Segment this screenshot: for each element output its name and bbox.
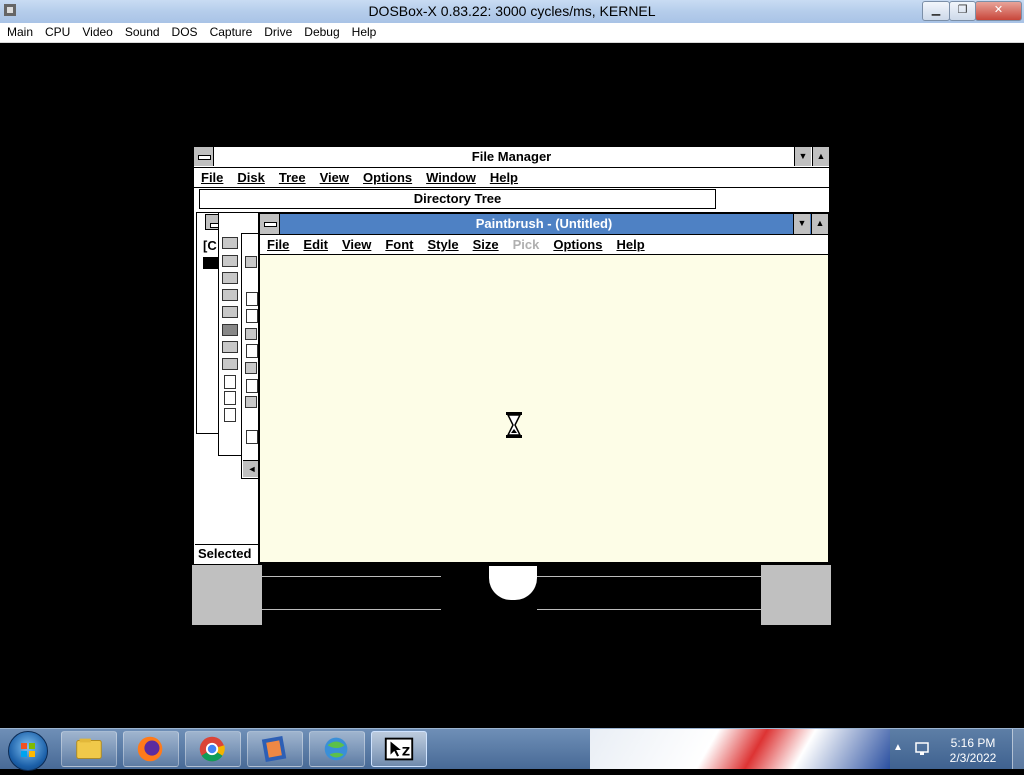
document-icon — [246, 344, 258, 358]
start-button[interactable] — [8, 731, 48, 771]
fm-menu-file[interactable]: File — [194, 168, 230, 187]
paintbrush-menubar: File Edit View Font Style Size Pick Options Help — [260, 235, 828, 255]
pb-menu-options[interactable]: Options — [546, 235, 609, 254]
dosbox-x-taskbar-button[interactable]: Z — [371, 731, 427, 767]
menu-sound[interactable]: Sound — [118, 23, 165, 39]
network-globe-icon — [324, 737, 348, 761]
restore-button[interactable]: ❐ — [949, 1, 976, 21]
paintbrush-window[interactable]: Paintbrush - (Untitled) ▼ ▲ File Edit View… — [258, 212, 830, 564]
folder-icon — [222, 341, 238, 353]
taskbar: Z ▲ 5:16 PM 2/3/2022 — [0, 728, 1024, 771]
menu-dos[interactable]: DOS — [165, 23, 203, 39]
menu-video[interactable]: Video — [75, 23, 117, 39]
svg-text:Z: Z — [402, 745, 410, 759]
system-menu-icon[interactable] — [260, 214, 280, 234]
fm-menu-view[interactable]: View — [313, 168, 356, 187]
document-icon — [224, 391, 236, 405]
folder-icon — [222, 255, 238, 267]
tray-clock[interactable]: 5:16 PM 2/3/2022 — [940, 736, 1006, 766]
directory-tree-title[interactable]: Directory Tree — [199, 189, 716, 209]
document-icon — [246, 292, 258, 306]
document-icon — [246, 379, 258, 393]
menu-main[interactable]: Main — [0, 23, 38, 39]
fm-menu-options[interactable]: Options — [356, 168, 419, 187]
document-icon — [224, 408, 236, 422]
folder-icon — [245, 396, 257, 408]
minimize-arrow-icon[interactable]: ▼ — [794, 147, 811, 166]
folder-icon — [245, 256, 257, 268]
chrome-icon — [199, 736, 225, 762]
folder-icon — [222, 237, 238, 249]
menu-capture[interactable]: Capture — [203, 23, 258, 39]
pb-menu-view[interactable]: View — [335, 235, 378, 254]
windows-explorer-button[interactable] — [61, 731, 117, 767]
menu-help[interactable]: Help — [345, 23, 382, 39]
document-icon — [246, 430, 258, 444]
folder-icon — [222, 306, 238, 318]
system-menu-icon[interactable] — [194, 147, 214, 166]
pb-menu-help[interactable]: Help — [609, 235, 651, 254]
folder-icon — [245, 328, 257, 340]
status-selected: Selected — [195, 544, 261, 564]
minimize-button[interactable]: ▁ — [922, 1, 950, 21]
close-button[interactable]: ✕ — [975, 1, 1022, 21]
drive-label[interactable]: [C — [203, 238, 217, 253]
host-titlebar: DOSBox-X 0.83.22: 3000 cycles/ms, KERNEL… — [0, 0, 1024, 24]
dosbox-button[interactable] — [247, 731, 303, 767]
gray-panel-right — [761, 565, 831, 625]
divider-line — [262, 609, 441, 610]
menu-drive[interactable]: Drive — [257, 23, 297, 39]
fm-menu-tree[interactable]: Tree — [272, 168, 313, 187]
windows-logo-icon — [21, 743, 35, 757]
fm-menu-disk[interactable]: Disk — [230, 168, 271, 187]
wallpaper-strip — [590, 729, 890, 769]
show-desktop-button[interactable] — [1012, 729, 1024, 769]
paintbrush-title: Paintbrush - (Untitled) — [475, 216, 613, 231]
dosbox-x-app-icon: Z — [384, 737, 414, 761]
folder-icon — [222, 289, 238, 301]
firefox-icon — [137, 736, 163, 762]
folder-icon — [245, 362, 257, 374]
chrome-button[interactable] — [185, 731, 241, 767]
fm-menu-help[interactable]: Help — [483, 168, 525, 187]
folder-icon — [222, 272, 238, 284]
network-tray-icon[interactable] — [914, 740, 932, 758]
paintbrush-titlebar[interactable]: Paintbrush - (Untitled) ▼ ▲ — [260, 214, 828, 235]
divider-line — [537, 609, 761, 610]
pb-menu-pick: Pick — [512, 237, 540, 252]
file-manager-titlebar[interactable]: File Manager ▼ ▲ — [194, 147, 829, 168]
file-manager-menubar: File Disk Tree View Options Window Help — [194, 168, 829, 188]
file-manager-title: File Manager — [471, 149, 552, 164]
windows-explorer-icon — [76, 738, 102, 759]
pb-menu-style[interactable]: Style — [421, 235, 466, 254]
host-window-title: DOSBox-X 0.83.22: 3000 cycles/ms, KERNEL — [368, 3, 656, 19]
network-globe-button[interactable] — [309, 731, 365, 767]
clock-time: 5:16 PM — [950, 736, 996, 750]
host-menubar: Main CPU Video Sound DOS Capture Drive Debug Hel… — [0, 23, 1024, 43]
maximize-arrow-icon[interactable]: ▲ — [811, 214, 828, 234]
hourglass-icon — [506, 412, 522, 438]
divider-line — [262, 576, 441, 577]
pb-menu-font[interactable]: Font — [378, 235, 420, 254]
menu-cpu[interactable]: CPU — [38, 23, 75, 39]
firefox-button[interactable] — [123, 731, 179, 767]
document-icon — [224, 375, 236, 389]
pb-menu-size[interactable]: Size — [466, 235, 506, 254]
minimize-arrow-icon[interactable]: ▼ — [793, 214, 810, 234]
show-hidden-icons-button[interactable]: ▲ — [893, 742, 903, 753]
menu-debug[interactable]: Debug — [297, 23, 344, 39]
folder-icon — [222, 324, 238, 336]
white-blob — [489, 566, 537, 600]
pb-menu-edit[interactable]: Edit — [296, 235, 335, 254]
pb-menu-file[interactable]: File — [260, 235, 296, 254]
paint-canvas[interactable] — [260, 255, 828, 562]
maximize-arrow-icon[interactable]: ▲ — [812, 147, 829, 166]
document-icon — [246, 309, 258, 323]
dosbox-icon — [261, 736, 287, 762]
divider-line — [537, 576, 761, 577]
fm-menu-window[interactable]: Window — [419, 168, 483, 187]
folder-icon — [222, 358, 238, 370]
gray-panel-left — [192, 565, 262, 625]
clock-date: 2/3/2022 — [949, 751, 997, 765]
